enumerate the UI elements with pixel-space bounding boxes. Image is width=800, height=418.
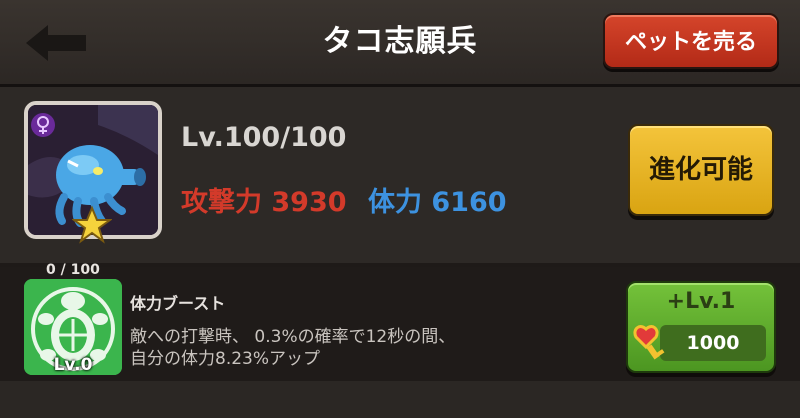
footer-strip (0, 381, 800, 418)
hp-stat: 体力 6160 (368, 187, 507, 218)
skill-progress-count: 0 / 100 (46, 262, 100, 278)
skill-description: 敵への打撃時、 0.3%の確率で12秒の間、 自分の体力8.23%アップ (130, 326, 570, 370)
skill-name: 体力ブースト (130, 294, 226, 313)
skill-levelup-button[interactable]: +Lv.1 1000 (626, 281, 776, 373)
attack-stat: 攻撃力 3930 (181, 187, 347, 218)
evolve-button[interactable]: 進化可能 (628, 124, 774, 216)
sell-pet-button[interactable]: ペットを売る (603, 13, 779, 69)
levelup-label: +Lv.1 (666, 289, 736, 314)
skill-description-line: 自分の体力8.23%アップ (130, 349, 321, 369)
skill-level: Lv.0 (53, 355, 93, 375)
star-icon (72, 205, 112, 244)
skill-description-line: 敵への打撃時、 0.3%の確率で12秒の間、 (130, 327, 456, 347)
heart-key-icon (633, 325, 665, 360)
pet-level: Lv.100/100 (181, 122, 347, 153)
